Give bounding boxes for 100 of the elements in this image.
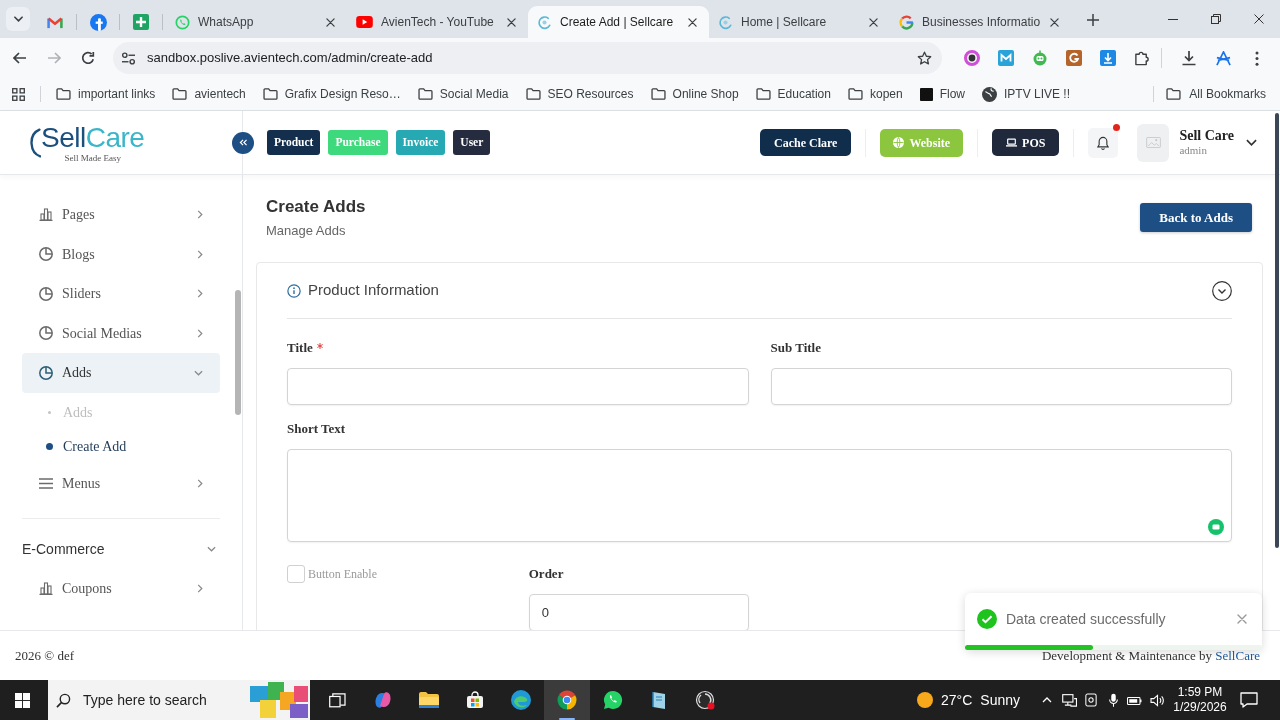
- download-icon[interactable]: [1181, 50, 1197, 66]
- robot-icon[interactable]: [1032, 50, 1048, 66]
- field-label: Short Text: [287, 421, 346, 437]
- text-input[interactable]: [287, 368, 749, 405]
- menu-icon[interactable]: [1255, 50, 1259, 66]
- chevron-right-icon[interactable]: [197, 289, 203, 299]
- bookmark[interactable]: IPTV LIVE !!: [982, 85, 1071, 103]
- apps-grid-icon[interactable]: [11, 87, 25, 101]
- microphone-icon[interactable]: [1108, 692, 1118, 708]
- sidebar-item[interactable]: Blogs: [22, 234, 220, 274]
- minimize-icon[interactable]: [1167, 18, 1178, 20]
- sidebar-section-title[interactable]: E-Commerce: [22, 529, 220, 569]
- close-icon[interactable]: [688, 17, 697, 27]
- url-text: sandbox.poslive.avientech.com/admin/create-add: [147, 49, 433, 68]
- download-tile-icon[interactable]: [1100, 50, 1116, 66]
- sidebar-item[interactable]: Social Medias: [22, 313, 220, 353]
- ring-logo-icon: [899, 14, 914, 30]
- nav-button[interactable]: User: [453, 130, 491, 155]
- scrollbar-thumb[interactable]: [1275, 113, 1279, 548]
- chevron-circle-icon[interactable]: [1212, 280, 1232, 301]
- bookmark-star-icon[interactable]: [917, 50, 932, 66]
- plus-icon[interactable]: [1087, 14, 1099, 26]
- sidebar-item[interactable]: Coupons: [22, 569, 220, 609]
- site-settings-icon[interactable]: [121, 51, 136, 65]
- cross-strokes-icon[interactable]: [1214, 50, 1232, 66]
- bookmark[interactable]: kopen: [847, 85, 903, 103]
- battery-icon[interactable]: [1127, 694, 1143, 706]
- camera-icon[interactable]: [1085, 693, 1097, 707]
- taskbar-app-button[interactable]: [544, 680, 590, 720]
- sidebar-subitem[interactable]: Create Add: [22, 429, 220, 464]
- network-icon[interactable]: [1061, 693, 1077, 707]
- plus-square-icon[interactable]: [133, 14, 149, 30]
- notification-button[interactable]: [1088, 127, 1119, 158]
- puzzle-pieces-icon: [250, 682, 308, 718]
- sun-icon: [917, 692, 933, 708]
- bookmark[interactable]: Flow: [919, 85, 965, 103]
- browser-tab[interactable]: Home | Sellcare: [709, 6, 890, 38]
- bookmark[interactable]: SEO Resources: [525, 85, 634, 103]
- header-action-button[interactable]: Cache Clare: [759, 129, 852, 156]
- restore-icon[interactable]: [1210, 14, 1221, 24]
- browser-tab[interactable]: Create Add | Sellcare: [528, 6, 709, 38]
- notebook-icon: [650, 690, 668, 710]
- clock-time: 1:59 PM: [1177, 685, 1223, 700]
- puzzle-icon[interactable]: [1134, 50, 1150, 66]
- m-logo-icon[interactable]: [47, 15, 63, 29]
- browser-tab[interactable]: WhatsApp: [166, 6, 347, 38]
- window-panes-icon[interactable]: [14, 692, 30, 708]
- sidebar-item[interactable]: Adds: [22, 353, 220, 393]
- reload-icon[interactable]: [81, 51, 95, 65]
- bookmark[interactable]: Social Media: [417, 85, 509, 103]
- chevron-right-icon[interactable]: [197, 249, 203, 259]
- user-role: admin: [1179, 144, 1208, 157]
- text-input[interactable]: [770, 368, 1232, 405]
- toast-message: Data created successfully: [1006, 609, 1166, 629]
- back-arrow-icon[interactable]: [13, 52, 27, 64]
- chevron-right-icon[interactable]: [197, 478, 203, 488]
- close-icon[interactable]: [1253, 14, 1264, 24]
- folder-icon: [172, 88, 188, 100]
- footer-credit: Development & Maintenance by SellCare: [1041, 646, 1260, 665]
- chevron-up-icon[interactable]: [1042, 697, 1052, 703]
- logo-swoosh-icon: [30, 125, 41, 160]
- bookmark[interactable]: important links: [56, 85, 156, 103]
- all-bookmarks-button[interactable]: All Bookmarks: [1166, 85, 1266, 103]
- taskbar-search-field[interactable]: Type here to search: [48, 680, 310, 720]
- sidebar-item[interactable]: Sliders: [22, 274, 220, 314]
- header-action-button[interactable]: POS: [992, 129, 1060, 156]
- speaker-icon[interactable]: [1149, 693, 1165, 707]
- back-button[interactable]: Back to Adds: [1140, 203, 1252, 232]
- footer-link[interactable]: SellCare: [1215, 647, 1260, 663]
- ring-icon[interactable]: [964, 50, 980, 66]
- play-button-icon: [356, 16, 373, 28]
- sidebar-item[interactable]: Menus: [22, 463, 220, 503]
- chevron-right-icon[interactable]: [197, 210, 203, 220]
- zigzag-tile-icon[interactable]: [998, 50, 1014, 66]
- close-icon[interactable]: [326, 17, 335, 27]
- bookmark[interactable]: Grafix Design Reso…: [262, 85, 401, 103]
- bookmark[interactable]: Education: [755, 85, 831, 103]
- chevron-down-icon[interactable]: [1246, 139, 1257, 146]
- pie-chart-icon: [39, 247, 53, 262]
- notification-center-icon[interactable]: [1240, 692, 1258, 708]
- success-check-icon: [977, 609, 997, 629]
- close-icon[interactable]: [1050, 17, 1059, 27]
- chevron-right-icon[interactable]: [197, 328, 203, 338]
- tab-search-button[interactable]: [6, 7, 30, 31]
- collapse-sidebar-button[interactable]: [232, 131, 254, 154]
- round-logo-icon[interactable]: [89, 13, 107, 31]
- search-input[interactable]: Type here to search: [83, 689, 250, 711]
- nav-button[interactable]: Product: [267, 130, 321, 155]
- scrollbar-thumb[interactable]: [235, 290, 241, 415]
- sidebar-item[interactable]: Pages: [22, 195, 220, 235]
- close-icon[interactable]: [869, 17, 878, 27]
- bookmark[interactable]: Online Shop: [650, 85, 739, 103]
- close-icon[interactable]: [507, 17, 516, 27]
- chevron-right-icon[interactable]: [197, 584, 203, 594]
- address-bar[interactable]: sandbox.poslive.avientech.com/admin/create-add: [113, 42, 942, 74]
- browser-tab[interactable]: AvienTech - YouTube: [347, 6, 528, 38]
- browser-tab[interactable]: Businesses Informatio: [890, 6, 1071, 38]
- square-tile-icon[interactable]: [1066, 50, 1082, 66]
- bookmark[interactable]: avientech: [172, 85, 246, 103]
- pie-chart-icon: [39, 326, 53, 341]
